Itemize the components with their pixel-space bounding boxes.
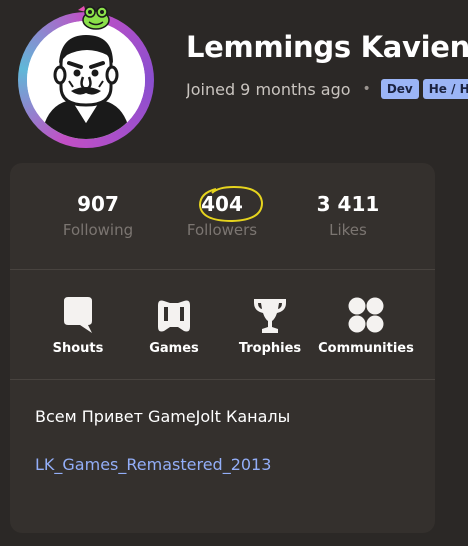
stat-followers[interactable]: 404 Followers [162,191,282,241]
stat-following-label: Following [62,221,134,239]
meta-separator: • [362,81,371,97]
stat-following[interactable]: 907 Following [38,191,158,241]
profile-nav: Shouts Games Trophies Communities [10,269,435,379]
joined-text: Joined 9 months ago [186,79,351,99]
profile-page: Lemmings Kavien Joined 9 months ago • De… [0,0,468,546]
bio-link[interactable]: LK_Games_Remastered_2013 [35,455,271,474]
stat-likes-value: 3 411 [316,192,380,216]
nav-communities-label: Communities [318,341,414,356]
stat-likes-label: Likes [329,221,367,239]
nav-trophies-label: Trophies [238,341,302,356]
avatar[interactable] [18,6,154,148]
stat-followers-value: 404 [201,192,243,216]
communities-icon [348,297,384,333]
nav-games[interactable]: Games [124,295,224,356]
nav-trophies[interactable]: Trophies [220,295,320,356]
nav-shouts-label: Shouts [52,341,104,356]
shouts-icon [64,297,92,333]
profile-card: 907 Following 404 Followers 3 411 Likes … [10,163,435,533]
stats-row: 907 Following 404 Followers 3 411 Likes [10,163,435,268]
trophy-icon [254,299,286,333]
avatar-image [27,21,145,139]
card-divider-bottom [10,379,435,380]
frog-badge-icon [78,6,110,30]
nav-games-label: Games [149,341,199,356]
stat-followers-label: Followers [186,221,258,239]
nav-shouts[interactable]: Shouts [28,295,128,356]
nav-communities[interactable]: Communities [316,295,416,356]
gamepad-icon [158,300,190,332]
stat-likes[interactable]: 3 411 Likes [288,191,408,241]
profile-name: Lemmings Kavien [186,30,468,64]
tag-pronouns[interactable]: He / H [422,79,468,99]
bio-text: Всем Привет GameJolt Каналы [35,407,291,426]
stat-following-value: 907 [77,192,119,216]
tag-dev[interactable]: Dev [380,79,419,99]
profile-meta: Joined 9 months ago • Dev He / H [186,76,468,102]
